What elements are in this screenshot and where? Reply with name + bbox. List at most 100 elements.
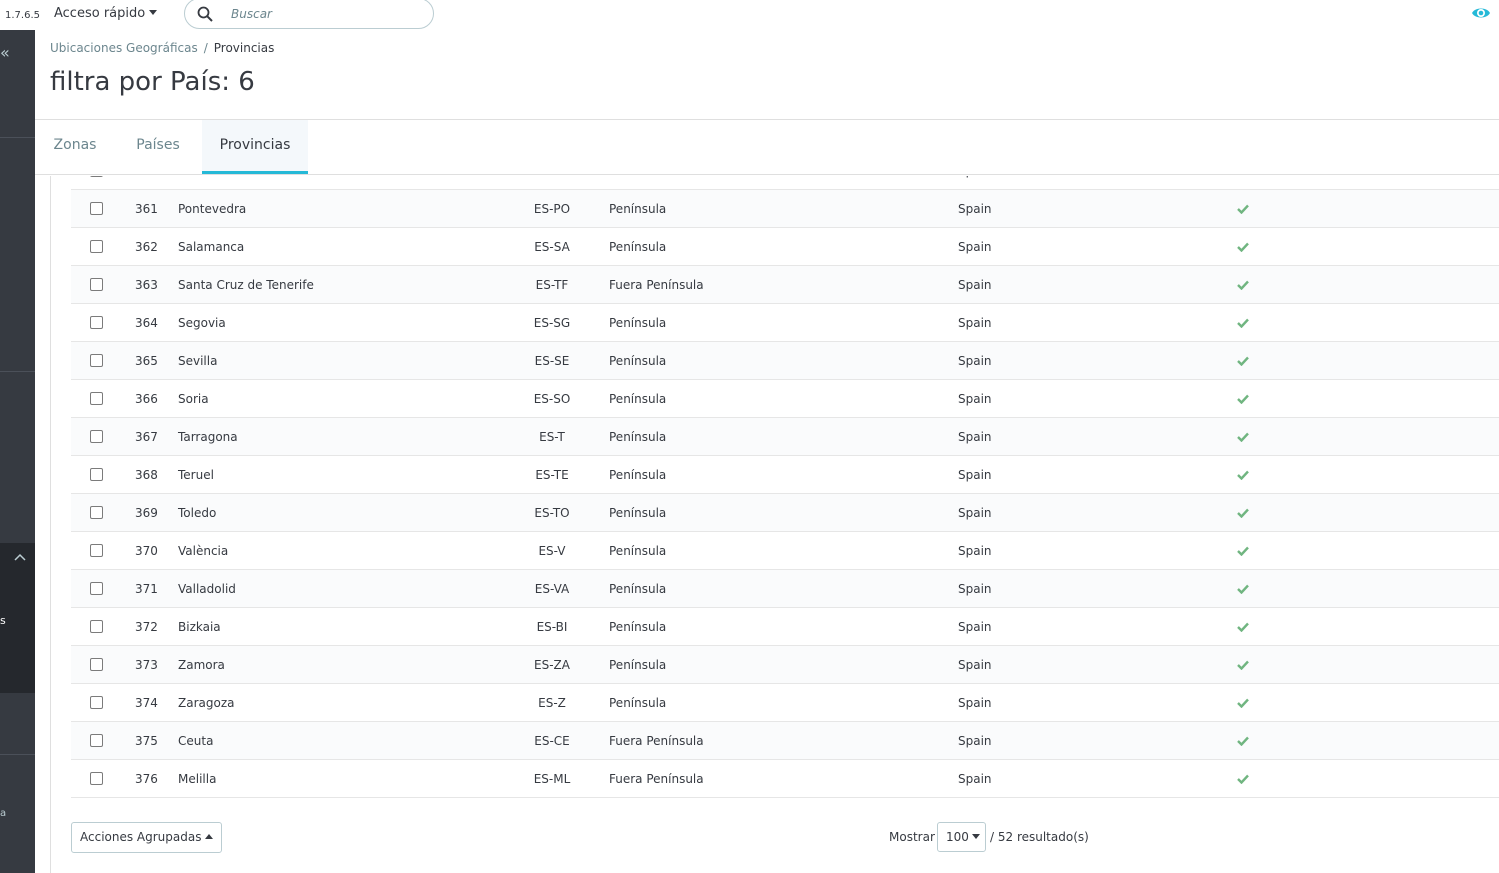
row-checkbox[interactable] (90, 582, 103, 595)
row-checkbox[interactable] (90, 658, 103, 671)
row-checkbox[interactable] (90, 468, 103, 481)
quick-access-dropdown[interactable]: Acceso rápido (54, 6, 158, 21)
tab-zonas[interactable]: Zonas (35, 120, 115, 174)
cell-country: Spain (958, 176, 992, 178)
collapse-sidebar-icon[interactable]: « (0, 45, 16, 61)
table-row[interactable]: 363 Santa Cruz de Tenerife ES-TF Fuera Pení… (71, 266, 1499, 304)
enabled-check-icon[interactable] (1237, 584, 1249, 594)
table-row[interactable]: 372 Bizkaia ES-BI Península Spain (71, 608, 1499, 646)
tab-label: Países (136, 137, 180, 153)
enabled-check-icon[interactable] (1237, 242, 1249, 252)
table-row[interactable]: 371 Valladolid ES-VA Península Spain (71, 570, 1499, 608)
cell-zone: Península (609, 202, 667, 216)
row-checkbox[interactable] (90, 696, 103, 709)
sidebar-item-label[interactable]: a (0, 808, 6, 819)
row-checkbox[interactable] (90, 392, 103, 405)
enabled-check-icon[interactable] (1237, 470, 1249, 480)
cell-zone: Fuera Península (609, 772, 704, 786)
cell-name: Santa Cruz de Tenerife (178, 278, 314, 292)
cell-name: Salamanca (178, 240, 245, 254)
row-checkbox[interactable] (90, 240, 103, 253)
row-checkbox[interactable] (90, 430, 103, 443)
cell-iso-code: ES-T (539, 430, 565, 444)
bulk-actions-button[interactable]: Acciones Agrupadas (71, 822, 223, 853)
tab-provincias[interactable]: Provincias (202, 120, 308, 174)
table-row[interactable]: 375 Ceuta ES-CE Fuera Península Spain (71, 722, 1499, 760)
cell-name: Tarragona (178, 430, 238, 444)
row-checkbox[interactable] (90, 278, 103, 291)
cell-id: 362 (135, 240, 158, 254)
enabled-check-icon[interactable] (1237, 508, 1249, 518)
row-checkbox[interactable] (90, 772, 103, 785)
enabled-check-icon[interactable] (1237, 432, 1249, 442)
enabled-check-icon[interactable] (1237, 660, 1249, 670)
row-checkbox[interactable] (90, 354, 103, 367)
eye-icon[interactable] (1471, 5, 1491, 21)
enabled-check-icon[interactable] (1237, 774, 1249, 784)
sidebar-item-label[interactable]: s (0, 614, 6, 627)
table-row[interactable]: 364 Segovia ES-SG Península Spain (71, 304, 1499, 342)
table-row[interactable]: 362 Salamanca ES-SA Península Spain (71, 228, 1499, 266)
table-row[interactable]: 370 València ES-V Península Spain (71, 532, 1499, 570)
sidebar: « s a (0, 30, 35, 873)
table-row[interactable]: 361 Pontevedra ES-PO Península Spain (71, 190, 1499, 228)
cell-id: 375 (135, 734, 158, 748)
caret-down-icon (149, 10, 158, 15)
row-checkbox[interactable] (90, 176, 103, 177)
cell-iso-code: ES-P (513, 176, 591, 178)
cell-zone: Península (609, 240, 667, 254)
row-checkbox[interactable] (90, 544, 103, 557)
per-page-select[interactable]: 100 (937, 822, 986, 852)
enabled-check-icon[interactable] (1237, 622, 1249, 632)
cell-name: València (178, 544, 229, 558)
sidebar-divider (0, 754, 35, 755)
row-checkbox[interactable] (90, 620, 103, 633)
table-row[interactable]: 366 Soria ES-SO Península Spain (71, 380, 1499, 418)
row-checkbox[interactable] (90, 202, 103, 215)
table-row[interactable]: 373 Zamora ES-ZA Península Spain (71, 646, 1499, 684)
tab-paises[interactable]: Países (117, 120, 199, 174)
chevron-up-icon[interactable] (14, 553, 26, 561)
table-row[interactable]: 367 Tarragona ES-T Península Spain (71, 418, 1499, 456)
cell-zone: Península (609, 696, 667, 710)
cell-id: 367 (135, 430, 158, 444)
enabled-check-icon[interactable] (1237, 318, 1249, 328)
cell-id: 370 (135, 544, 158, 558)
cell-zone: Península (609, 544, 667, 558)
row-checkbox[interactable] (90, 734, 103, 747)
table-row[interactable]: 360 Palencia ES-P Península Spain (71, 176, 1499, 190)
caret-down-icon (971, 834, 980, 839)
enabled-check-icon[interactable] (1237, 356, 1249, 366)
search-field[interactable]: Buscar (184, 0, 434, 29)
cell-zone: Fuera Península (609, 278, 704, 292)
cell-iso-code: ES-SA (534, 240, 570, 254)
enabled-check-icon[interactable] (1237, 280, 1249, 290)
enabled-check-icon[interactable] (1237, 698, 1249, 708)
page-title: filtra por País: 6 (50, 67, 255, 97)
bulk-actions-label: Acciones Agrupadas (80, 830, 202, 844)
tab-label: Provincias (219, 137, 291, 153)
cell-iso-code: ES-BI (536, 620, 568, 634)
provinces-table: 360 Palencia ES-P Península Spain 361 Ponteved… (71, 176, 1499, 798)
table-row[interactable]: 369 Toledo ES-TO Península Spain (71, 494, 1499, 532)
cell-name: Valladolid (178, 582, 236, 596)
cell-id: 376 (135, 772, 158, 786)
page-header: Ubicaciones Geográficas / Provincias filtr… (35, 30, 1499, 175)
cell-zone: Fuera Península (609, 734, 704, 748)
cell-iso-code: ES-ZA (534, 658, 570, 672)
enabled-check-icon[interactable] (1237, 736, 1249, 746)
table-row[interactable]: 376 Melilla ES-ML Fuera Península Spain (71, 760, 1499, 798)
breadcrumb-parent-link[interactable]: Ubicaciones Geográficas (50, 41, 198, 55)
cell-iso-code: ES-VA (534, 582, 570, 596)
cell-country: Spain (958, 734, 992, 748)
cell-id: 364 (135, 316, 158, 330)
search-icon (197, 6, 213, 22)
enabled-check-icon[interactable] (1237, 204, 1249, 214)
table-row[interactable]: 368 Teruel ES-TE Península Spain (71, 456, 1499, 494)
table-row[interactable]: 365 Sevilla ES-SE Península Spain (71, 342, 1499, 380)
enabled-check-icon[interactable] (1237, 394, 1249, 404)
enabled-check-icon[interactable] (1237, 546, 1249, 556)
row-checkbox[interactable] (90, 506, 103, 519)
table-row[interactable]: 374 Zaragoza ES-Z Península Spain (71, 684, 1499, 722)
row-checkbox[interactable] (90, 316, 103, 329)
